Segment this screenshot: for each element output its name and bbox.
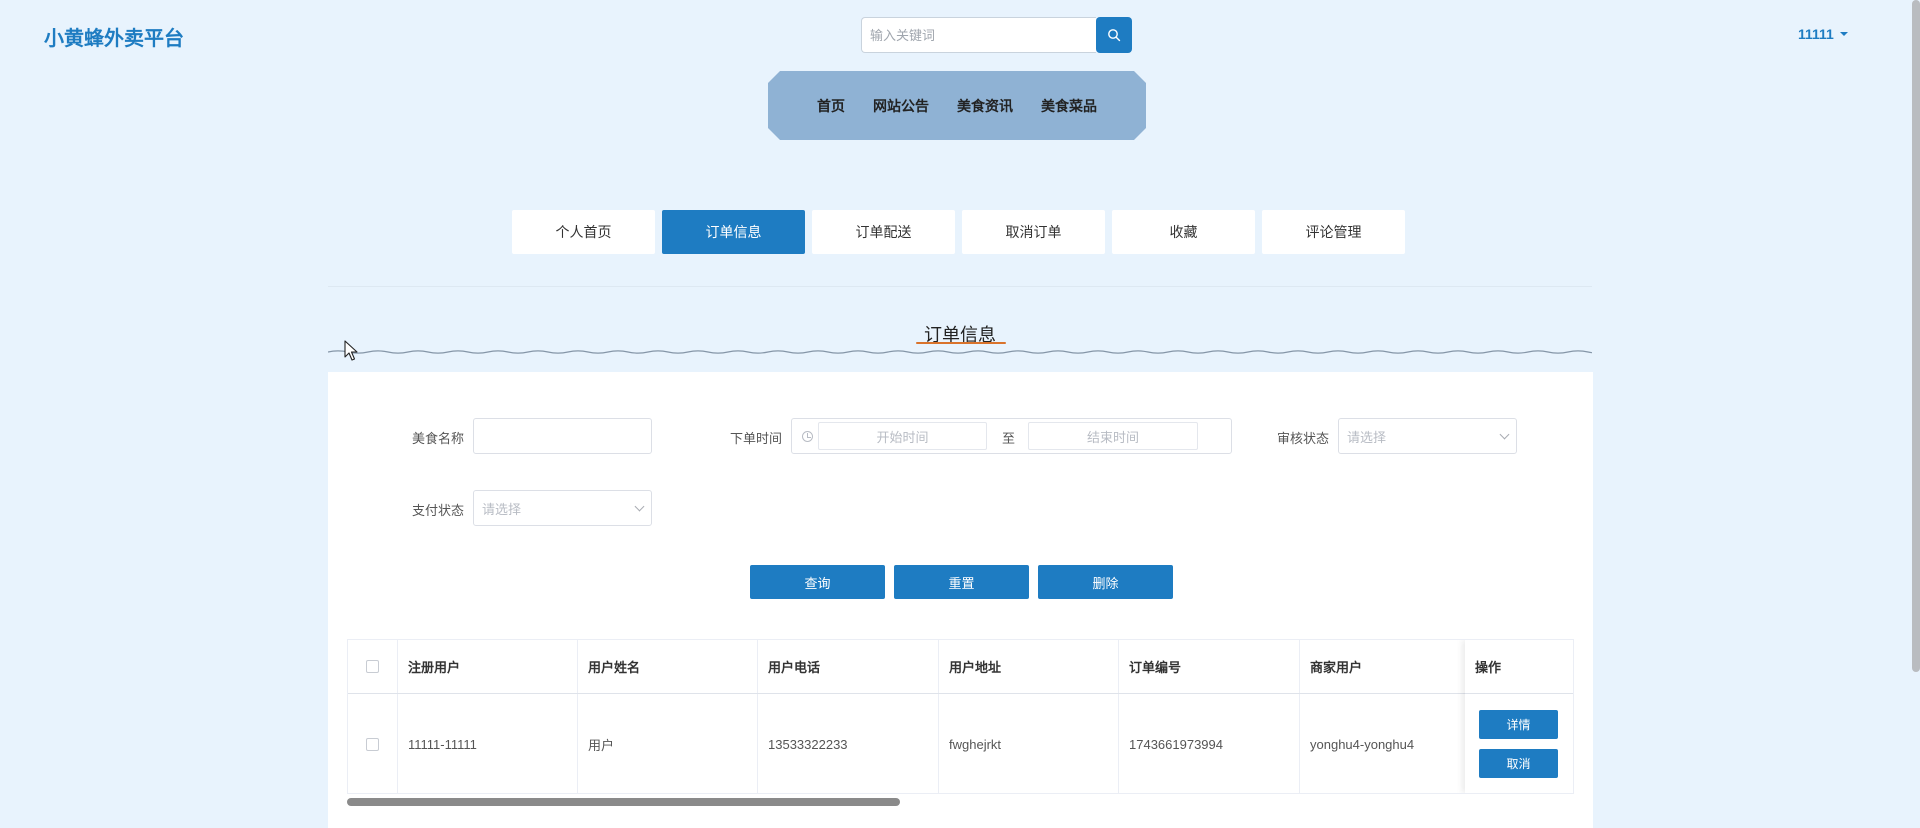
clock-icon: [802, 431, 813, 442]
divider: [328, 286, 1592, 287]
operations-header: 操作: [1465, 640, 1573, 694]
user-menu[interactable]: 11111: [1798, 26, 1848, 42]
column-header: 订单编号: [1119, 640, 1300, 693]
pay-status-label: 支付状态: [412, 503, 465, 518]
caret-down-icon: [1839, 32, 1848, 36]
pay-status-select[interactable]: 请选择: [473, 490, 652, 526]
query-button[interactable]: 查询: [750, 565, 885, 599]
reset-button[interactable]: 重置: [894, 565, 1029, 599]
start-time-input[interactable]: 开始时间: [818, 422, 987, 450]
nav-item-food-news[interactable]: 美食资讯: [957, 96, 1013, 116]
tab-cancel-order[interactable]: 取消订单: [962, 210, 1105, 254]
column-header: 用户地址: [939, 640, 1119, 693]
column-header: 商家用户: [1300, 640, 1480, 693]
search-button[interactable]: [1096, 17, 1132, 53]
table-cell: 用户: [578, 694, 758, 793]
column-header: 注册用户: [398, 640, 578, 693]
table-cell: 1743661973994: [1119, 694, 1300, 793]
table-cell: yonghu4-yonghu4: [1300, 694, 1480, 793]
range-separator: 至: [1002, 431, 1016, 446]
header-checkbox-cell: [348, 640, 398, 693]
review-status-select[interactable]: 请选择: [1338, 418, 1517, 454]
column-header: 用户姓名: [578, 640, 758, 693]
operations-column: 操作 详情 取消: [1465, 640, 1573, 793]
chevron-down-icon: [1499, 429, 1510, 439]
tab-favorites[interactable]: 收藏: [1112, 210, 1255, 254]
order-time-label: 下单时间: [730, 431, 783, 446]
search-input[interactable]: [861, 17, 1096, 53]
search-icon: [1108, 29, 1121, 42]
tab-profile[interactable]: 个人首页: [512, 210, 655, 254]
title-underline: [916, 342, 1006, 344]
mouse-cursor-icon: [344, 340, 358, 361]
review-status-label: 审核状态: [1277, 431, 1330, 446]
detail-button[interactable]: 详情: [1479, 710, 1558, 739]
orders-table: 注册用户 用户姓名 用户电话 用户地址 订单编号 商家用户 11111-1111…: [347, 639, 1574, 794]
search-bar: [861, 17, 1132, 53]
food-name-input[interactable]: [473, 418, 652, 454]
table-row: 11111-11111 用户 13533322233 fwghejrkt 174…: [348, 694, 1573, 793]
row-checkbox[interactable]: [366, 738, 379, 751]
center-tabs: 个人首页 订单信息 订单配送 取消订单 收藏 评论管理: [512, 210, 1405, 254]
nav-item-announcements[interactable]: 网站公告: [873, 96, 929, 116]
nav-item-dishes[interactable]: 美食菜品: [1041, 96, 1097, 116]
main-nav: 首页 网站公告 美食资讯 美食菜品: [768, 71, 1146, 140]
cancel-button[interactable]: 取消: [1479, 749, 1558, 778]
site-brand[interactable]: 小黄蜂外卖平台: [44, 22, 184, 51]
delete-button[interactable]: 删除: [1038, 565, 1173, 599]
food-name-label: 美食名称: [412, 431, 465, 446]
tab-order-delivery[interactable]: 订单配送: [812, 210, 955, 254]
chevron-down-icon: [634, 501, 645, 511]
review-status-placeholder: 请选择: [1347, 429, 1387, 445]
table-header: 注册用户 用户姓名 用户电话 用户地址 订单编号 商家用户: [348, 640, 1573, 694]
table-cell: 11111-11111: [398, 694, 578, 793]
pay-status-placeholder: 请选择: [482, 501, 522, 517]
table-cell: 13533322233: [758, 694, 939, 793]
order-panel: 美食名称 下单时间 开始时间 至 结束时间 审核状态 请选择 支付状态 请选择 …: [328, 372, 1593, 828]
order-time-range[interactable]: 开始时间 至 结束时间: [791, 418, 1232, 454]
nav-item-home[interactable]: 首页: [817, 96, 845, 116]
vertical-scrollbar[interactable]: [1912, 0, 1920, 672]
user-name: 11111: [1798, 26, 1834, 42]
select-all-checkbox[interactable]: [366, 660, 379, 673]
horizontal-scrollbar[interactable]: [347, 798, 900, 806]
column-header: 用户电话: [758, 640, 939, 693]
row-checkbox-cell: [348, 694, 398, 793]
tab-order-info[interactable]: 订单信息: [662, 210, 805, 254]
tab-comments[interactable]: 评论管理: [1262, 210, 1405, 254]
end-time-input[interactable]: 结束时间: [1028, 422, 1198, 450]
wave-divider: [328, 350, 1592, 354]
table-cell: fwghejrkt: [939, 694, 1119, 793]
